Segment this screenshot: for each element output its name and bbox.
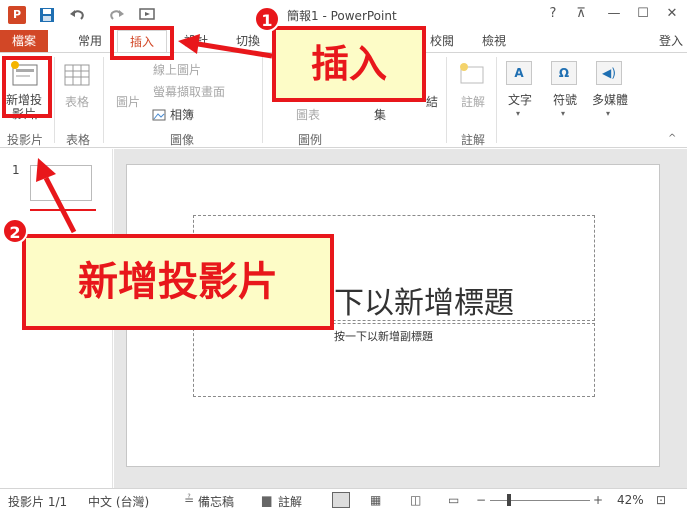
arrow-to-new-slide	[43, 176, 77, 234]
arrow-to-insert-tab	[197, 41, 273, 59]
callout-insert: 插入	[272, 26, 426, 102]
arrow-head-insert	[178, 34, 200, 54]
callout-new-slide: 新增投影片	[22, 234, 334, 330]
step-badge-1: 1	[254, 6, 280, 32]
step-badge-2: 2	[2, 218, 28, 244]
